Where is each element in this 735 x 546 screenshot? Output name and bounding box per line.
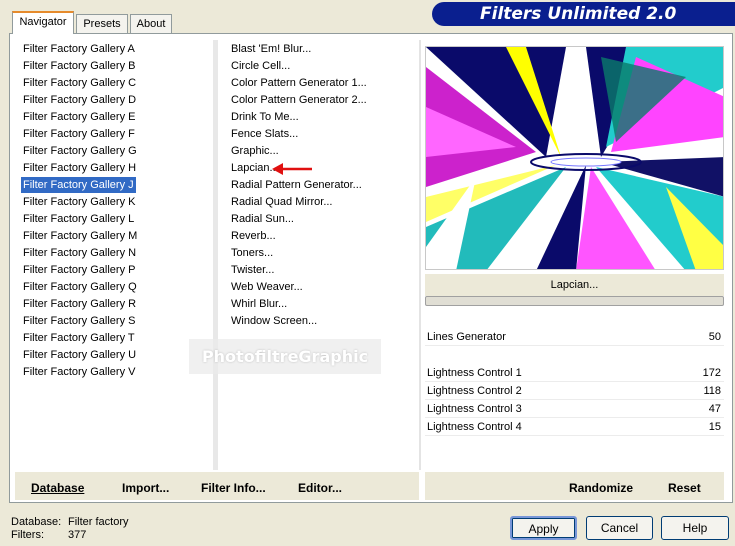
- filter-item[interactable]: Drink To Me...: [229, 109, 301, 125]
- database-label: Database:: [11, 516, 62, 528]
- filter-item[interactable]: Radial Sun...: [229, 211, 296, 227]
- category-item[interactable]: Filter Factory Gallery J: [21, 177, 136, 193]
- param-lightness-control-3[interactable]: Lightness Control 3 47: [425, 400, 724, 418]
- param-lines-generator[interactable]: Lines Generator 50: [425, 328, 724, 346]
- category-item[interactable]: Filter Factory Gallery F: [21, 126, 137, 142]
- param-label: Lightness Control 2: [427, 385, 522, 397]
- filter-item[interactable]: Web Weaver...: [229, 279, 305, 295]
- tab-presets[interactable]: Presets: [76, 14, 128, 33]
- filter-item[interactable]: Color Pattern Generator 2...: [229, 92, 369, 108]
- category-item[interactable]: Filter Factory Gallery T: [21, 330, 137, 346]
- param-label: Lightness Control 4: [427, 421, 522, 433]
- randomize-button[interactable]: Randomize: [569, 480, 633, 496]
- filter-list[interactable]: Blast 'Em! Blur... Circle Cell... Color Pa…: [222, 40, 418, 470]
- reset-button[interactable]: Reset: [668, 480, 701, 496]
- category-item[interactable]: Filter Factory Gallery U: [21, 347, 138, 363]
- category-item[interactable]: Filter Factory Gallery G: [21, 143, 139, 159]
- import-button[interactable]: Import...: [122, 480, 169, 496]
- param-value: 15: [708, 421, 721, 433]
- param-label: Lightness Control 1: [427, 367, 522, 379]
- category-item[interactable]: Filter Factory Gallery S: [21, 313, 137, 329]
- preview-image: [425, 46, 724, 270]
- watermark: PhotofiltreGraphic: [189, 339, 381, 374]
- param-value: 50: [708, 331, 721, 343]
- category-item[interactable]: Filter Factory Gallery E: [21, 109, 137, 125]
- filters-count-label: Filters:: [11, 529, 44, 541]
- filter-item[interactable]: Reverb...: [229, 228, 278, 244]
- filter-item[interactable]: Radial Quad Mirror...: [229, 194, 334, 210]
- filter-item[interactable]: Circle Cell...: [229, 58, 292, 74]
- param-label: Lines Generator: [427, 331, 506, 343]
- param-value: 47: [708, 403, 721, 415]
- filter-item[interactable]: Toners...: [229, 245, 275, 261]
- filter-item[interactable]: Twister...: [229, 262, 276, 278]
- param-lightness-control-4[interactable]: Lightness Control 4 15: [425, 418, 724, 436]
- tab-label: About: [136, 18, 166, 30]
- tab-label: Presets: [83, 18, 121, 30]
- selected-filter-name: Lapcian...: [425, 274, 724, 296]
- filter-item[interactable]: Fence Slats...: [229, 126, 300, 142]
- help-button[interactable]: Help: [661, 516, 729, 540]
- tab-navigator[interactable]: Navigator: [12, 11, 74, 34]
- param-label: Lightness Control 3: [427, 403, 522, 415]
- category-list[interactable]: Filter Factory Gallery A Filter Factory G…: [15, 40, 213, 470]
- app-title: Filters Unlimited 2.0: [480, 4, 677, 24]
- category-item[interactable]: Filter Factory Gallery B: [21, 58, 137, 74]
- filter-info-button[interactable]: Filter Info...: [201, 480, 266, 496]
- category-item[interactable]: Filter Factory Gallery V: [21, 364, 137, 380]
- category-item[interactable]: Filter Factory Gallery K: [21, 194, 137, 210]
- category-item[interactable]: Filter Factory Gallery D: [21, 92, 138, 108]
- category-item[interactable]: Filter Factory Gallery H: [21, 160, 138, 176]
- preview-progress-bar: [425, 296, 724, 306]
- editor-button[interactable]: Editor...: [298, 480, 342, 496]
- param-lightness-control-2[interactable]: Lightness Control 2 118: [425, 382, 724, 400]
- category-item[interactable]: Filter Factory Gallery Q: [21, 279, 139, 295]
- tab-about[interactable]: About: [130, 14, 172, 33]
- category-item[interactable]: Filter Factory Gallery L: [21, 211, 136, 227]
- category-item[interactable]: Filter Factory Gallery M: [21, 228, 139, 244]
- filter-item[interactable]: Radial Pattern Generator...: [229, 177, 364, 193]
- cancel-button[interactable]: Cancel: [586, 516, 653, 540]
- filter-item[interactable]: Graphic...: [229, 143, 281, 159]
- category-item[interactable]: Filter Factory Gallery N: [21, 245, 138, 261]
- database-button[interactable]: Database: [31, 480, 84, 496]
- panel-divider: [419, 40, 421, 470]
- apply-button[interactable]: Apply: [510, 516, 577, 540]
- param-value: 118: [703, 385, 721, 397]
- app-title-banner: Filters Unlimited 2.0: [432, 2, 735, 26]
- filter-item[interactable]: Color Pattern Generator 1...: [229, 75, 369, 91]
- filter-item[interactable]: Blast 'Em! Blur...: [229, 41, 313, 57]
- red-arrow-icon: [272, 163, 312, 175]
- category-item[interactable]: Filter Factory Gallery C: [21, 75, 138, 91]
- param-lightness-control-1[interactable]: Lightness Control 1 172: [425, 364, 724, 382]
- filters-count-value: 377: [68, 529, 87, 541]
- category-item[interactable]: Filter Factory Gallery A: [21, 41, 137, 57]
- tab-label: Navigator: [19, 16, 67, 28]
- filter-item[interactable]: Whirl Blur...: [229, 296, 289, 312]
- list-splitter[interactable]: [213, 40, 218, 470]
- category-item[interactable]: Filter Factory Gallery P: [21, 262, 137, 278]
- category-item[interactable]: Filter Factory Gallery R: [21, 296, 138, 312]
- param-value: 172: [702, 367, 721, 379]
- database-value: Filter factory: [68, 516, 129, 528]
- filter-item[interactable]: Window Screen...: [229, 313, 319, 329]
